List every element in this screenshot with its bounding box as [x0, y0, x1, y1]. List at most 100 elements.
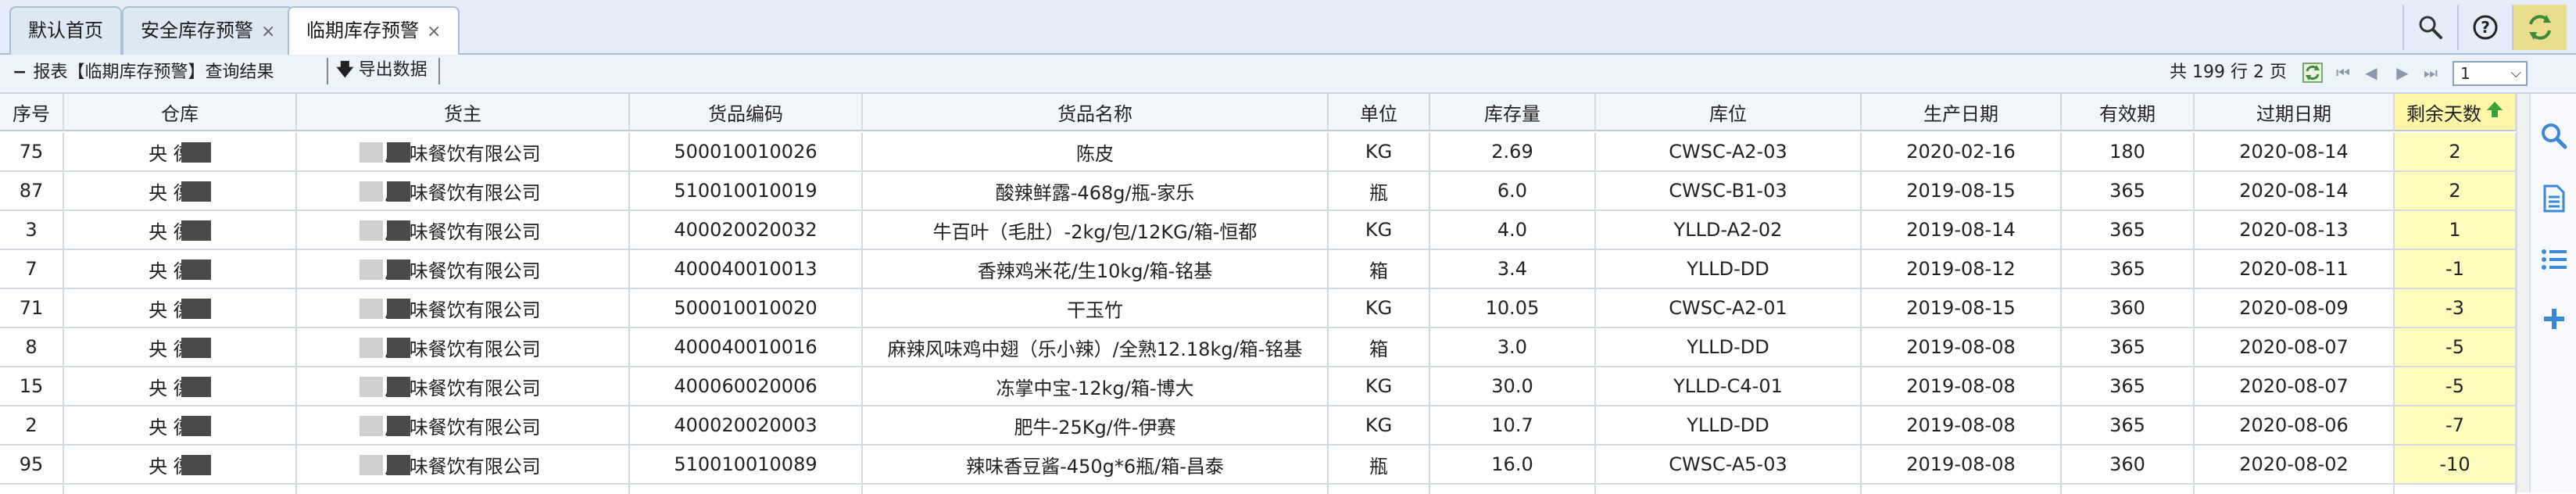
- page-select[interactable]: 1 ⌵: [2453, 61, 2528, 86]
- add-icon[interactable]: [2540, 305, 2568, 333]
- table-row[interactable]: 7 央 德库广 味餐饮有限公司 400040010013 香辣鸡米花/生10kg/箱-…: [0, 250, 2517, 289]
- cell-owner: 广 味餐饮有限公司: [297, 446, 630, 485]
- redaction-mark: [360, 181, 383, 202]
- cell-qty: 10.7: [1430, 406, 1596, 446]
- col-header-code[interactable]: 货品编码: [630, 94, 863, 131]
- cell-seq: 87: [0, 172, 64, 211]
- col-header-owner[interactable]: 货主: [297, 94, 630, 131]
- table-row[interactable]: 75 央 德库广 味餐饮有限公司 500010010026 陈皮 KG 2.69 CWSC-…: [0, 133, 2517, 172]
- cell-location-text: YLLD-DD: [1687, 336, 1769, 358]
- col-header-qty[interactable]: 库存量: [1430, 94, 1596, 131]
- cell-remaining-days: -5: [2395, 328, 2517, 367]
- cell-valid-days-text: 365: [2109, 180, 2145, 202]
- cell-location-text: CWSC-A5-03: [1669, 453, 1787, 475]
- cell-expire-date: 2020-08-02: [2195, 446, 2395, 485]
- cell-location-text: CWSC-A2-03: [1669, 141, 1787, 163]
- redaction-mark: [387, 377, 410, 397]
- redaction-mark: [181, 260, 211, 280]
- cell-unit-text: KG: [1365, 141, 1393, 163]
- cell-valid-days: 360: [2062, 289, 2195, 328]
- grid-scrollbar[interactable]: [2517, 94, 2529, 492]
- tab-label: 临期库存预警: [306, 20, 419, 41]
- tab-bar: 默认首页 安全库存预警 × 临期库存预警 × ?: [0, 0, 2576, 56]
- cell-name-text: 冻掌中宝-12kg/箱-博大: [996, 377, 1194, 399]
- cell-valid-days-text: 365: [2109, 336, 2145, 358]
- col-header-prod-date[interactable]: 生产日期: [1862, 94, 2062, 131]
- cell-expire-date: 2020-08-07: [2195, 367, 2395, 406]
- cell-code: 400020020003: [630, 406, 863, 446]
- cell-expire-date-text: 2020-08-14: [2239, 141, 2349, 163]
- cell-prod-date-text: 2019-08-12: [1906, 258, 2016, 280]
- redaction-mark: [181, 220, 211, 241]
- cell-warehouse: 央 德库: [64, 406, 297, 446]
- cell-name: 酸辣鲜露-468g/瓶-家乐: [863, 172, 1329, 211]
- cell-owner: 广 味餐饮有限公司: [297, 133, 630, 172]
- next-page-icon[interactable]: ▶: [2392, 61, 2413, 84]
- col-header-seq[interactable]: 序号: [0, 94, 64, 131]
- reload-page-icon[interactable]: [2301, 61, 2324, 84]
- cell-location-text: YLLD-C4-01: [1673, 375, 1783, 397]
- cell-valid-days: 365: [2062, 211, 2195, 250]
- last-page-icon[interactable]: ⏭: [2420, 61, 2442, 84]
- cell-seq-text: 7: [25, 258, 38, 280]
- table-row[interactable]: 2 央 德库广 味餐饮有限公司 400020020003 肥牛-25Kg/件-伊赛 KG…: [0, 406, 2517, 446]
- cell-unit: 箱: [1329, 250, 1430, 289]
- cell-name-text: 麻辣风味鸡中翅（乐小辣）/全熟12.18kg/箱-铭基: [887, 338, 1303, 360]
- col-header-unit[interactable]: 单位: [1329, 94, 1430, 131]
- redaction-mark: [360, 338, 383, 358]
- cell-location-text: YLLD-DD: [1687, 258, 1769, 280]
- empty-cell: [2062, 485, 2195, 494]
- col-header-name[interactable]: 货品名称: [863, 94, 1329, 131]
- col-header-remaining-days[interactable]: 剩余天数: [2395, 94, 2517, 131]
- cell-seq-text: 71: [19, 297, 44, 319]
- redaction-mark: [387, 299, 410, 319]
- cell-code-text: 510010010019: [674, 180, 818, 202]
- close-icon[interactable]: ×: [261, 22, 275, 41]
- cell-expire-date: 2020-08-07: [2195, 328, 2395, 367]
- close-icon[interactable]: ×: [427, 22, 441, 41]
- sort-asc-icon[interactable]: [2486, 100, 2503, 123]
- cell-code: 510010010019: [630, 172, 863, 211]
- cell-seq: 3: [0, 211, 64, 250]
- cell-location: CWSC-B1-03: [1596, 172, 1862, 211]
- cell-owner: 广 味餐饮有限公司: [297, 406, 630, 446]
- tab-safety-stock-alert[interactable]: 安全库存预警 ×: [122, 6, 295, 55]
- refresh-icon[interactable]: [2512, 5, 2567, 50]
- list-icon[interactable]: [2540, 245, 2568, 274]
- tab-default-home[interactable]: 默认首页: [9, 6, 122, 55]
- cell-owner: 广 味餐饮有限公司: [297, 211, 630, 250]
- cell-remaining-days: -10: [2395, 446, 2517, 485]
- prev-page-icon[interactable]: ◀: [2360, 61, 2382, 84]
- help-icon[interactable]: ?: [2457, 5, 2512, 50]
- col-header-warehouse[interactable]: 仓库: [64, 94, 297, 131]
- cell-seq-text: 15: [19, 375, 44, 397]
- cell-unit: KG: [1329, 211, 1430, 250]
- search-icon[interactable]: [2540, 122, 2568, 150]
- table-row[interactable]: 8 央 德库广 味餐饮有限公司 400040010016 麻辣风味鸡中翅（乐小辣）/全…: [0, 328, 2517, 367]
- search-icon[interactable]: [2402, 5, 2457, 50]
- table-row[interactable]: 87 央 德库广 味餐饮有限公司 510010010019 酸辣鲜露-468g/瓶-家…: [0, 172, 2517, 211]
- table-row[interactable]: 3 央 德库广 味餐饮有限公司 400020020032 牛百叶（毛肚）-2kg/包/…: [0, 211, 2517, 250]
- collapse-icon[interactable]: −: [13, 63, 27, 82]
- cell-seq-text: 3: [25, 219, 38, 241]
- col-header-expire-date[interactable]: 过期日期: [2195, 94, 2395, 131]
- cell-valid-days: 180: [2062, 133, 2195, 172]
- table-row[interactable]: 15 央 德库广 味餐饮有限公司 400060020006 冻掌中宝-12kg/箱-博…: [0, 367, 2517, 406]
- table-row[interactable]: 71 央 德库广 味餐饮有限公司 500010010020 干玉竹 KG 10.05 CWS…: [0, 289, 2517, 328]
- export-data-button[interactable]: 🡇 导出数据: [327, 58, 440, 84]
- cell-qty: 6.0: [1430, 172, 1596, 211]
- col-header-valid-days[interactable]: 有效期: [2062, 94, 2195, 131]
- cell-unit: KG: [1329, 406, 1430, 446]
- table-row[interactable]: 95 央 德库广 味餐饮有限公司 510010010089 辣味香豆酱-450g*6瓶…: [0, 446, 2517, 485]
- document-icon[interactable]: [2540, 184, 2568, 213]
- report-title[interactable]: − 报表【临期库存预警】查询结果: [13, 55, 274, 91]
- cell-location-text: YLLD-A2-02: [1673, 219, 1783, 241]
- cell-code-text: 400020020003: [674, 414, 818, 436]
- cell-warehouse: 央 德库: [64, 211, 297, 250]
- cell-seq: 2: [0, 406, 64, 446]
- col-header-location[interactable]: 库位: [1596, 94, 1862, 131]
- tab-expiring-stock-alert[interactable]: 临期库存预警 ×: [288, 6, 460, 56]
- first-page-icon[interactable]: ⏮: [2332, 61, 2354, 84]
- cell-valid-days-text: 365: [2109, 219, 2145, 241]
- cell-remaining-days: -3: [2395, 289, 2517, 328]
